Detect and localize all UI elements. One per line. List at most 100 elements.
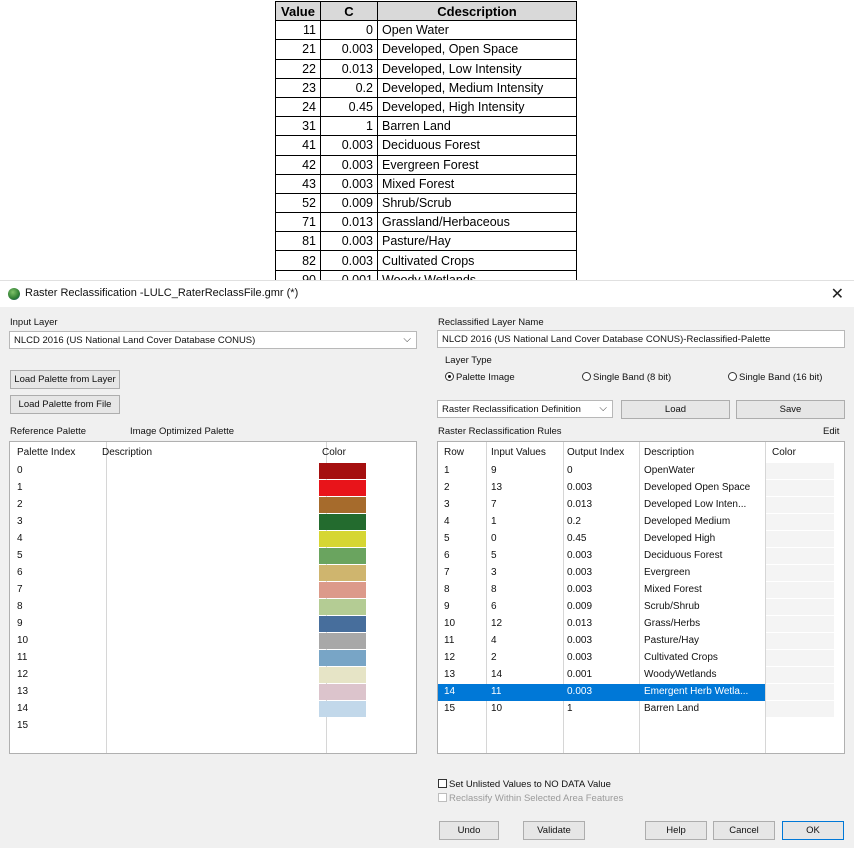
rule-row[interactable]: 9 6 0.009 Scrub/Shrub [438, 599, 844, 616]
rule-output-index: 0.2 [567, 516, 581, 527]
rule-row[interactable]: 15 10 1 Barren Land [438, 701, 844, 718]
rule-description: WoodyWetlands [644, 669, 717, 680]
reclassified-layer-name-input[interactable]: NLCD 2016 (US National Land Cover Databa… [437, 330, 845, 348]
cell-c: 0.003 [320, 135, 378, 156]
input-layer-combo[interactable]: NLCD 2016 (US National Land Cover Databa… [9, 331, 417, 349]
reference-table-header: Value C Cdescription [275, 0, 577, 22]
reference-table-row: 21 0.003 Developed, Open Space [275, 39, 577, 60]
radio-single-band-16bit[interactable]: Single Band (16 bit) [728, 372, 822, 383]
rule-row-number: 12 [444, 652, 456, 663]
validate-button[interactable]: Validate [523, 821, 585, 840]
palette-index: 12 [17, 669, 29, 680]
chevron-down-icon: ⌵ [403, 334, 411, 345]
col-row[interactable]: Row [444, 447, 464, 458]
rule-row[interactable]: 8 8 0.003 Mixed Forest [438, 582, 844, 599]
color-swatch[interactable] [319, 616, 366, 632]
cancel-button[interactable]: Cancel [713, 821, 775, 840]
rule-row[interactable]: 4 1 0.2 Developed Medium [438, 514, 844, 531]
reclassify-within-checkbox[interactable]: Reclassify Within Selected Area Features [438, 793, 623, 804]
rule-output-index: 0.45 [567, 533, 587, 544]
rule-description: Deciduous Forest [644, 550, 723, 561]
rule-row[interactable]: 7 3 0.003 Evergreen [438, 565, 844, 582]
color-swatch[interactable] [319, 565, 366, 581]
color-swatch[interactable] [319, 667, 366, 683]
rule-input-value: 9 [491, 465, 497, 476]
rule-row[interactable]: 2 13 0.003 Developed Open Space [438, 480, 844, 497]
cell-value: 81 [275, 231, 321, 252]
rule-row[interactable]: 12 2 0.003 Cultivated Crops [438, 650, 844, 667]
palette-row[interactable]: 15 [10, 718, 416, 735]
radio-palette-image[interactable]: Palette Image [445, 372, 515, 383]
col-color[interactable]: Color [322, 447, 346, 458]
radio-single-band-16bit-label: Single Band (16 bit) [739, 372, 823, 383]
undo-button[interactable]: Undo [439, 821, 499, 840]
color-swatch[interactable] [319, 548, 366, 564]
help-button[interactable]: Help [645, 821, 707, 840]
close-icon[interactable]: ✕ [831, 284, 844, 304]
color-swatch[interactable] [319, 531, 366, 547]
color-swatch[interactable] [319, 582, 366, 598]
rule-input-value: 4 [491, 635, 497, 646]
cell-cdescription: Developed, High Intensity [377, 96, 577, 118]
cell-value: 43 [275, 173, 321, 194]
edit-link[interactable]: Edit [823, 426, 839, 437]
rules-grid[interactable]: Row Input Values Output Index Descriptio… [437, 441, 845, 754]
load-button[interactable]: Load [621, 400, 730, 419]
color-swatch[interactable] [319, 633, 366, 649]
rule-output-index: 0.003 [567, 567, 593, 578]
color-swatch[interactable] [319, 701, 366, 717]
cell-c: 0.003 [320, 231, 378, 252]
set-unlisted-checkbox[interactable]: Set Unlisted Values to NO DATA Value [438, 779, 611, 790]
cell-value: 82 [275, 250, 321, 271]
cell-value: 71 [275, 212, 321, 233]
reference-table-row: 42 0.003 Evergreen Forest [275, 154, 577, 175]
color-swatch[interactable] [319, 650, 366, 666]
rule-input-value: 12 [491, 618, 503, 629]
color-swatch[interactable] [319, 463, 366, 479]
rule-row[interactable]: 10 12 0.013 Grass/Herbs [438, 616, 844, 633]
color-swatch[interactable] [319, 514, 366, 530]
rule-row[interactable]: 1 9 0 OpenWater [438, 463, 844, 480]
radio-unselected-icon [582, 372, 591, 381]
save-button[interactable]: Save [736, 400, 845, 419]
definition-combo[interactable]: Raster Reclassification Definition ⌵ [437, 400, 613, 418]
cell-c: 0.009 [320, 192, 378, 214]
cell-value: 11 [275, 20, 321, 41]
input-layer-label: Input Layer [10, 317, 58, 328]
rule-row[interactable]: 5 0 0.45 Developed High [438, 531, 844, 548]
cell-cdescription: Grassland/Herbaceous [377, 212, 577, 233]
cell-c: 0.013 [320, 58, 378, 79]
rule-row[interactable]: 11 4 0.003 Pasture/Hay [438, 633, 844, 650]
rule-output-index: 0.013 [567, 618, 593, 629]
cell-value: 21 [275, 39, 321, 60]
radio-single-band-8bit[interactable]: Single Band (8 bit) [582, 372, 671, 383]
col-output-index[interactable]: Output Index [567, 447, 624, 458]
load-palette-from-file-button[interactable]: Load Palette from File [10, 395, 120, 414]
color-swatch[interactable] [319, 599, 366, 615]
ok-button[interactable]: OK [782, 821, 844, 840]
reference-table-row: 82 0.003 Cultivated Crops [275, 250, 577, 271]
rule-row[interactable]: 3 7 0.013 Developed Low Inten... [438, 497, 844, 514]
input-layer-value: NLCD 2016 (US National Land Cover Databa… [14, 335, 256, 346]
cell-c: 0.003 [320, 250, 378, 271]
radio-single-band-8bit-label: Single Band (8 bit) [593, 372, 672, 383]
col-color[interactable]: Color [772, 447, 796, 458]
color-swatch[interactable] [319, 684, 366, 700]
cell-c: 0.013 [320, 212, 378, 233]
col-description[interactable]: Description [644, 447, 694, 458]
color-swatch[interactable] [319, 480, 366, 496]
reference-table-row: 52 0.009 Shrub/Scrub [275, 192, 577, 214]
palette-grid[interactable]: Palette Index Description Color 01234567… [9, 441, 417, 754]
col-palette-index[interactable]: Palette Index [17, 447, 75, 458]
rule-row[interactable]: 6 5 0.003 Deciduous Forest [438, 548, 844, 565]
palette-index: 14 [17, 703, 29, 714]
load-palette-from-layer-button[interactable]: Load Palette from Layer [10, 370, 120, 389]
col-input-values[interactable]: Input Values [491, 447, 546, 458]
col-description[interactable]: Description [102, 447, 152, 458]
rule-row[interactable]: 13 14 0.001 WoodyWetlands [438, 667, 844, 684]
color-swatch[interactable] [319, 497, 366, 513]
rule-output-index: 0.003 [567, 686, 593, 697]
rule-row-selected[interactable]: 14 11 0.003 Emergent Herb Wetla... [438, 684, 844, 701]
rule-input-value: 11 [491, 686, 502, 697]
palette-index: 1 [17, 482, 23, 493]
